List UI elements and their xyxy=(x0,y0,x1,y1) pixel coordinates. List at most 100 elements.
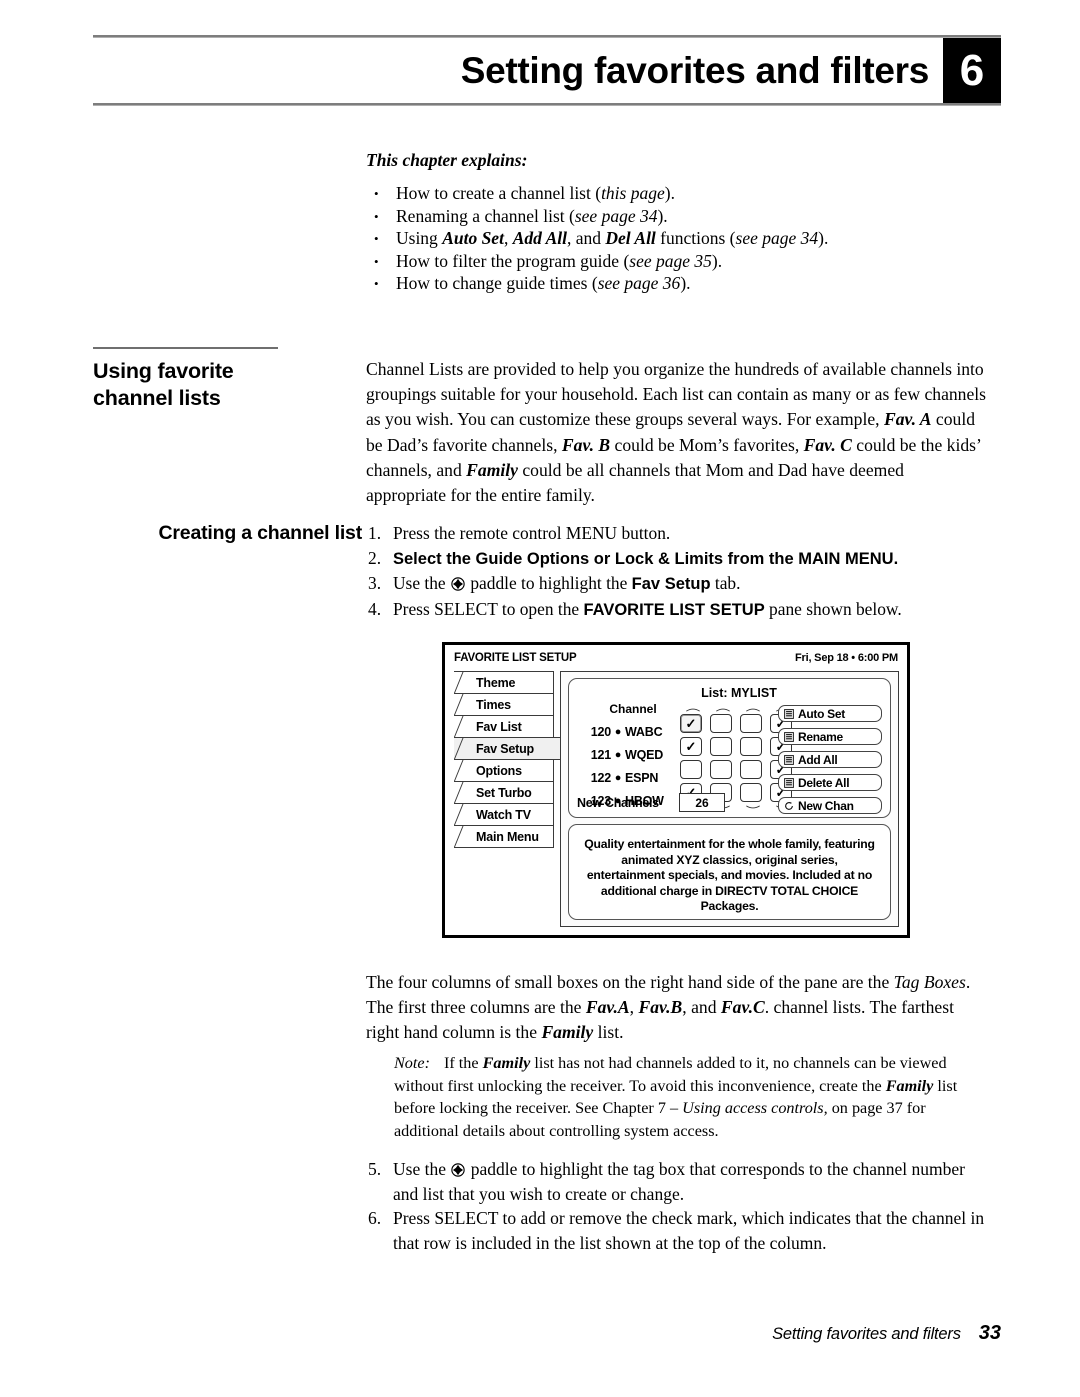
chapter-intro: This chapter explains: • How to create a … xyxy=(366,150,986,296)
bullet-dot: • xyxy=(374,186,379,201)
tag-box-checkbox[interactable]: ✓ xyxy=(680,714,702,733)
channel-name: ESPN xyxy=(625,770,659,785)
tv-tab-label: Main Menu xyxy=(476,829,539,844)
step-number: 4. xyxy=(368,598,382,619)
tag-box-checkbox[interactable] xyxy=(680,760,702,779)
chevron-down-icon[interactable] xyxy=(740,804,766,810)
intro-bullet-text: How to filter the program guide (see pag… xyxy=(396,250,723,271)
tag-box-checkbox[interactable] xyxy=(710,760,732,779)
tv-tab-theme[interactable]: Theme xyxy=(454,671,554,694)
tv-button-rename[interactable]: Rename xyxy=(778,728,882,745)
step-item: 3. Use the paddle to highlight the Fav Se… xyxy=(368,571,988,597)
channel-row: 122 ● ESPN xyxy=(583,766,687,789)
tv-tab-times[interactable]: Times xyxy=(454,693,554,716)
list-icon xyxy=(783,708,794,719)
step-number: 6. xyxy=(368,1208,382,1229)
tv-tab-set-turbo[interactable]: Set Turbo xyxy=(454,781,554,804)
tag-box-checkbox[interactable] xyxy=(740,783,762,802)
intro-bullet-item: • Using Auto Set, Add All, and Del All fu… xyxy=(366,228,986,250)
bullet-dot: • xyxy=(374,253,379,269)
tag-box-checkbox[interactable]: ✓ xyxy=(680,737,702,756)
tv-tab-fav-setup[interactable]: Fav Setup xyxy=(454,737,560,760)
step-number: 2. xyxy=(368,547,382,568)
tv-button-label: Auto Set xyxy=(798,706,845,721)
tv-clock: Fri, Sep 18 • 6:00 PM xyxy=(795,652,898,664)
chevron-up-icon[interactable] xyxy=(710,707,736,712)
bullet-dot: • xyxy=(374,276,379,291)
chevron-up-icon[interactable] xyxy=(740,707,766,712)
tag-box-checkbox[interactable] xyxy=(740,714,762,733)
tv-tab-main-menu[interactable]: Main Menu xyxy=(454,825,554,848)
tv-button-add-all[interactable]: Add All xyxy=(778,751,882,768)
tv-tab-watch-tv[interactable]: Watch TV xyxy=(454,803,554,826)
step-text: Press SELECT to add or remove the check … xyxy=(393,1208,985,1253)
tv-action-buttons[interactable]: Auto Set Rename Add All Delete All New Chan xyxy=(778,705,882,820)
tag-box-checkbox[interactable] xyxy=(740,760,762,779)
step-text: Press SELECT to open the FAVORITE LIST S… xyxy=(393,598,902,619)
intro-bullet-item: • How to filter the program guide (see pa… xyxy=(366,251,986,273)
channel-separator-dot: ● xyxy=(614,725,622,738)
intro-bullet-text: How to change guide times (see page 36). xyxy=(396,273,691,293)
tv-description-panel: Quality entertainment for the whole fami… xyxy=(568,824,891,920)
section-body-text: Channel Lists are provided to help you o… xyxy=(366,359,987,506)
step-text: Press the remote control MENU button. xyxy=(393,523,671,543)
tv-tab-label: Set Turbo xyxy=(476,785,532,800)
tv-tab-list[interactable]: Theme Times Fav List Fav Setup Options Set Tu… xyxy=(454,671,560,848)
header-rule-bottom xyxy=(93,103,1001,106)
intro-bullet-text: Using Auto Set, Add All, and Del All fun… xyxy=(396,228,829,248)
channel-row: 120 ● WABC xyxy=(583,720,687,743)
tv-button-label: Delete All xyxy=(798,775,850,790)
chevron-up-icon[interactable] xyxy=(680,707,706,712)
tv-button-label: Rename xyxy=(798,729,843,744)
tv-pane-title: FAVORITE LIST SETUP xyxy=(454,652,577,664)
note-block: Note: If the Family list has not had chan… xyxy=(394,1052,986,1142)
intro-bullet-item: • How to create a channel list (this page… xyxy=(366,183,986,205)
step-item: 6. Press SELECT to add or remove the chec… xyxy=(368,1206,988,1255)
favorite-list-setup-screenshot: FAVORITE LIST SETUP Fri, Sep 18 • 6:00 P… xyxy=(442,642,910,938)
refresh-icon xyxy=(783,800,794,811)
step-text: Select the Guide Options or Lock & Limit… xyxy=(393,549,899,568)
intro-bullet-list: • How to create a channel list (this page… xyxy=(366,183,986,295)
tag-box-checkbox[interactable] xyxy=(710,737,732,756)
list-icon xyxy=(783,777,794,788)
intro-heading: This chapter explains: xyxy=(366,150,528,170)
tv-button-delete-all[interactable]: Delete All xyxy=(778,774,882,791)
channel-number: 122 xyxy=(590,770,611,785)
intro-bullet-item: • Renaming a channel list (see page 34). xyxy=(366,206,986,228)
tv-tab-options[interactable]: Options xyxy=(454,759,554,782)
section-rule xyxy=(93,347,278,349)
page-title: Setting favorites and filters xyxy=(460,50,930,91)
tv-button-new-chan[interactable]: New Chan xyxy=(778,797,882,814)
channel-number: 120 xyxy=(590,724,611,739)
tv-main-panel: List: MYLIST Channel 120 ● WABC 121 ● WQED 122… xyxy=(560,671,899,927)
footer-title: Setting favorites and filters xyxy=(772,1325,961,1343)
new-channels-value: 26 xyxy=(679,793,725,812)
channel-column-header: Channel xyxy=(609,702,657,716)
step-item: 4. Press SELECT to open the FAVORITE LIST… xyxy=(368,597,988,623)
list-icon xyxy=(783,754,794,765)
step-text: Use the paddle to highlight the Fav Setu… xyxy=(393,573,741,593)
step-text: Use the paddle to highlight the tag box … xyxy=(393,1159,965,1204)
step-item: 1. Press the remote control MENU button. xyxy=(368,521,988,546)
tv-channel-editor: List: MYLIST Channel 120 ● WABC 121 ● WQED 122… xyxy=(568,678,891,818)
footer-page-number: 33 xyxy=(978,1322,1001,1344)
tag-box-checkbox[interactable] xyxy=(740,737,762,756)
bullet-dot: • xyxy=(374,231,379,246)
tv-tab-label: Watch TV xyxy=(476,807,531,822)
tv-button-auto-set[interactable]: Auto Set xyxy=(778,705,882,722)
tv-tab-label: Theme xyxy=(476,675,516,690)
tv-tab-fav-list[interactable]: Fav List xyxy=(454,715,554,738)
subsection-heading: Creating a channel list xyxy=(158,522,363,544)
paddle-icon xyxy=(451,1159,466,1177)
tv-button-label: New Chan xyxy=(798,798,854,813)
section-heading-line: Using favorite xyxy=(93,359,234,383)
channel-name: WABC xyxy=(625,724,663,739)
page-footer: Setting favorites and filters 33 xyxy=(0,1322,1001,1345)
tag-box-checkbox[interactable] xyxy=(710,714,732,733)
tv-titlebar: FAVORITE LIST SETUP Fri, Sep 18 • 6:00 P… xyxy=(445,648,907,668)
step-number: 1. xyxy=(368,523,382,543)
chapter-number-badge: 6 xyxy=(943,38,1001,103)
tv-button-label: Add All xyxy=(798,752,838,767)
section-heading: Using favorite channel lists xyxy=(93,358,343,412)
step-number: 3. xyxy=(368,573,382,593)
